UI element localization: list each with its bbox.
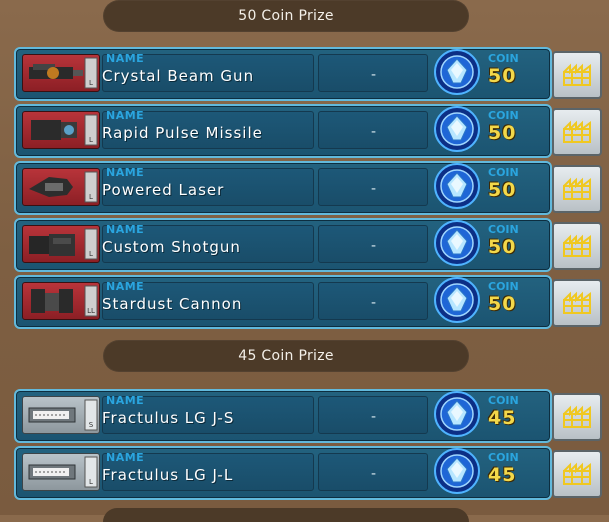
factory-icon — [563, 177, 591, 200]
size-tag: L — [89, 250, 93, 258]
item-name: Stardust Cannon — [102, 295, 243, 313]
item-detail: - — [371, 124, 377, 140]
coin-emblem-icon — [434, 106, 480, 152]
build-button[interactable] — [552, 51, 602, 99]
item-frame: L NAME Fractulus LG J-L - COIN 45 — [14, 446, 552, 500]
item-name: Rapid Pulse Missile — [102, 124, 263, 142]
build-button[interactable] — [552, 108, 602, 156]
section-title: 50 Coin Prize — [238, 8, 334, 24]
list-item[interactable]: S NAME Fractulus LG J-S - COIN 45 — [14, 389, 604, 443]
coin-label: COIN — [488, 109, 519, 122]
factory-icon — [563, 63, 591, 86]
section-header-50-coin: 50 Coin Prize — [103, 0, 469, 32]
coin-emblem-icon — [434, 391, 480, 437]
build-button[interactable] — [552, 450, 602, 498]
factory-icon — [563, 234, 591, 257]
name-label: NAME — [106, 451, 145, 464]
section-header-45-coin: 45 Coin Prize — [103, 340, 469, 372]
item-detail: - — [371, 67, 377, 83]
name-label: NAME — [106, 280, 145, 293]
item-detail: - — [371, 238, 377, 254]
coin-value: 45 — [488, 407, 517, 429]
factory-icon — [563, 462, 591, 485]
coin-value: 45 — [488, 464, 517, 486]
coin-value: 50 — [488, 65, 517, 87]
item-frame: L NAME Rapid Pulse Missile - COIN 50 — [14, 104, 552, 158]
item-name: Crystal Beam Gun — [102, 67, 255, 85]
build-button[interactable] — [552, 222, 602, 270]
item-detail: - — [371, 295, 377, 311]
item-frame: L NAME Crystal Beam Gun - COIN 50 — [14, 47, 552, 101]
coin-label: COIN — [488, 52, 519, 65]
shotgun-icon: L — [22, 225, 100, 263]
item-name: Fractulus LG J-L — [102, 466, 234, 484]
coin-label: COIN — [488, 280, 519, 293]
leg-part-icon: L — [22, 453, 100, 491]
next-section-header — [103, 508, 469, 522]
coin-emblem-icon — [434, 448, 480, 494]
section-title: 45 Coin Prize — [238, 348, 334, 364]
coin-value: 50 — [488, 179, 517, 201]
list-item[interactable]: L NAME Powered Laser - COIN 50 — [14, 161, 604, 215]
coin-emblem-icon — [434, 277, 480, 323]
name-label: NAME — [106, 166, 145, 179]
item-detail: - — [371, 466, 377, 482]
size-tag: L — [89, 79, 93, 87]
size-tag: L — [89, 136, 93, 144]
size-tag: S — [89, 421, 94, 429]
item-frame: L NAME Custom Shotgun - COIN 50 — [14, 218, 552, 272]
size-tag: L — [89, 478, 93, 486]
item-frame: L NAME Powered Laser - COIN 50 — [14, 161, 552, 215]
name-label: NAME — [106, 109, 145, 122]
list-item[interactable]: L NAME Custom Shotgun - COIN 50 — [14, 218, 604, 272]
factory-icon — [563, 120, 591, 143]
size-tag: L — [89, 193, 93, 201]
item-detail: - — [371, 181, 377, 197]
item-name: Custom Shotgun — [102, 238, 241, 256]
laser-weapon-icon: L — [22, 168, 100, 206]
build-button[interactable] — [552, 165, 602, 213]
name-label: NAME — [106, 394, 145, 407]
factory-icon — [563, 405, 591, 428]
coin-label: COIN — [488, 223, 519, 236]
coin-emblem-icon — [434, 163, 480, 209]
coin-value: 50 — [488, 293, 517, 315]
name-label: NAME — [106, 223, 145, 236]
coin-emblem-icon — [434, 220, 480, 266]
coin-value: 50 — [488, 236, 517, 258]
coin-emblem-icon — [434, 49, 480, 95]
size-tag: LL — [87, 307, 95, 315]
coin-value: 50 — [488, 122, 517, 144]
coin-label: COIN — [488, 451, 519, 464]
item-name: Fractulus LG J-S — [102, 409, 235, 427]
leg-part-icon: S — [22, 396, 100, 434]
build-button[interactable] — [552, 393, 602, 441]
item-frame: LL NAME Stardust Cannon - COIN 50 — [14, 275, 552, 329]
list-item[interactable]: L NAME Fractulus LG J-L - COIN 45 — [14, 446, 604, 500]
list-item[interactable]: L NAME Crystal Beam Gun - COIN 50 — [14, 47, 604, 101]
coin-label: COIN — [488, 394, 519, 407]
factory-icon — [563, 291, 591, 314]
coin-label: COIN — [488, 166, 519, 179]
beam-gun-icon: L — [22, 54, 100, 92]
list-item[interactable]: L NAME Rapid Pulse Missile - COIN 50 — [14, 104, 604, 158]
item-detail: - — [371, 409, 377, 425]
item-frame: S NAME Fractulus LG J-S - COIN 45 — [14, 389, 552, 443]
cannon-icon: LL — [22, 282, 100, 320]
missile-launcher-icon: L — [22, 111, 100, 149]
name-label: NAME — [106, 52, 145, 65]
list-item[interactable]: LL NAME Stardust Cannon - COIN 50 — [14, 275, 604, 329]
item-name: Powered Laser — [102, 181, 225, 199]
build-button[interactable] — [552, 279, 602, 327]
